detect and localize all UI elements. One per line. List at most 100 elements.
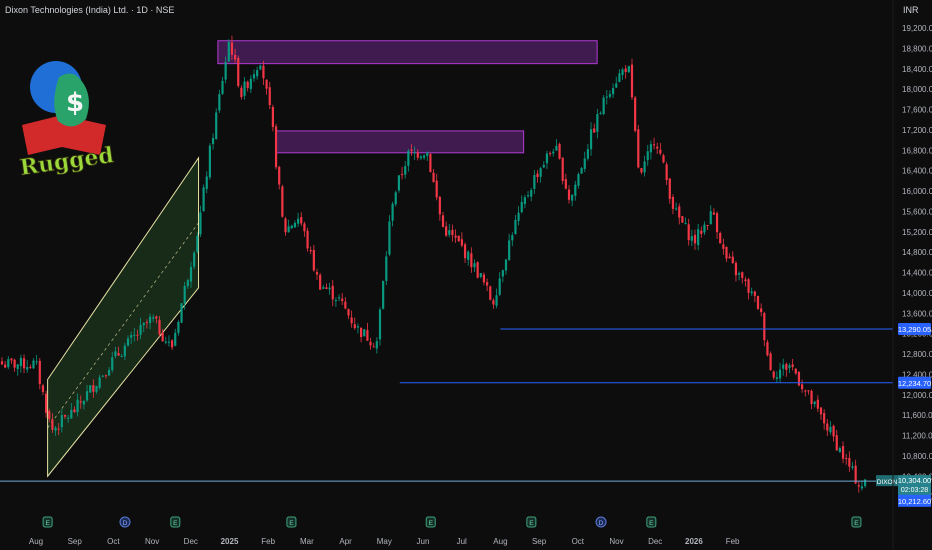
- candle-body: [136, 334, 139, 336]
- candle: [501, 269, 504, 283]
- y-tick-label: 16,000.00: [902, 187, 932, 196]
- candle: [246, 80, 249, 92]
- y-tick-label: 18,800.00: [902, 44, 932, 53]
- candle: [199, 205, 202, 237]
- x-tick-label: Feb: [726, 537, 740, 546]
- candle: [237, 55, 240, 88]
- candle-body: [438, 196, 441, 215]
- candle-body: [630, 64, 634, 98]
- candle: [249, 75, 252, 94]
- candle: [174, 328, 177, 347]
- candle-body: [703, 224, 706, 233]
- candle: [558, 142, 561, 160]
- candle: [775, 371, 778, 383]
- candle: [476, 261, 479, 279]
- candle: [293, 220, 297, 228]
- candle-body: [586, 149, 589, 159]
- candle: [369, 337, 372, 350]
- candle: [753, 290, 756, 303]
- candle-body: [155, 316, 158, 319]
- candle-body: [706, 224, 709, 226]
- candle: [725, 246, 728, 263]
- candle-body: [652, 144, 656, 146]
- candle-body: [126, 338, 130, 346]
- candle: [268, 81, 271, 110]
- candle: [788, 362, 791, 373]
- y-tick-label: 14,400.00: [902, 269, 932, 278]
- resistance-zone: [217, 40, 598, 65]
- candle: [835, 429, 838, 451]
- candle: [580, 166, 583, 174]
- candle: [457, 235, 460, 242]
- candle-body: [832, 425, 835, 437]
- candle: [7, 356, 10, 370]
- candle-body: [312, 249, 315, 271]
- candle-body: [117, 353, 120, 356]
- candle-body: [145, 322, 148, 324]
- candle-body: [819, 407, 823, 415]
- candle: [164, 336, 167, 345]
- candle: [372, 343, 375, 348]
- candle: [577, 172, 580, 189]
- candle: [829, 421, 832, 435]
- candle-body: [495, 295, 498, 306]
- candle: [621, 67, 624, 80]
- candle-body: [378, 309, 382, 340]
- x-tick-label: 2025: [221, 537, 239, 546]
- candle: [227, 39, 230, 63]
- candle-body: [419, 156, 423, 159]
- candle: [448, 223, 451, 238]
- y-tick-label: 15,600.00: [902, 207, 932, 216]
- x-tick-label: Apr: [339, 537, 352, 546]
- candle: [451, 224, 454, 242]
- x-tick-label: Sep: [68, 537, 83, 546]
- candle: [845, 453, 848, 465]
- y-tick-label: 19,200.00: [902, 24, 932, 33]
- x-tick-label: Dec: [648, 537, 662, 546]
- candle-body: [256, 70, 259, 77]
- candle-body: [271, 106, 274, 127]
- candle-body: [722, 244, 725, 249]
- candle-body: [536, 173, 539, 177]
- candle-body: [640, 168, 643, 173]
- candle: [504, 258, 508, 275]
- candle: [536, 170, 539, 183]
- candle: [791, 358, 794, 371]
- candle-body: [558, 143, 561, 159]
- candle: [347, 308, 350, 320]
- candle-body: [224, 61, 227, 80]
- candle-body: [697, 229, 700, 246]
- x-tick-label: Aug: [493, 537, 507, 546]
- candle: [35, 355, 38, 365]
- candle-body: [7, 359, 10, 368]
- candle: [492, 298, 495, 309]
- candle-body: [769, 353, 772, 371]
- candle: [545, 150, 549, 170]
- candle-body: [26, 367, 29, 370]
- candle: [750, 287, 753, 296]
- candle: [747, 277, 750, 300]
- candle-body: [684, 222, 687, 224]
- candle: [526, 191, 530, 198]
- candle-body: [385, 256, 388, 281]
- parallel-channel: [47, 156, 200, 478]
- event-marker: E: [425, 516, 436, 528]
- candle: [45, 390, 48, 418]
- candle-body: [608, 94, 612, 97]
- candle-body: [350, 317, 353, 324]
- candle-body: [857, 485, 860, 487]
- candle-body: [164, 341, 167, 343]
- candle: [703, 221, 706, 235]
- candle: [419, 154, 423, 161]
- candle-body: [479, 273, 482, 277]
- price-chart[interactable]: 10,000.0010,400.0010,800.0011,200.0011,6…: [0, 0, 932, 550]
- candle-body: [482, 274, 486, 283]
- candle-body: [111, 357, 114, 371]
- candle: [823, 409, 826, 430]
- candle-body: [533, 175, 536, 189]
- candle-body: [451, 229, 454, 236]
- candle-body: [511, 235, 514, 241]
- candle-body: [567, 189, 571, 200]
- candle: [397, 175, 400, 193]
- candle: [13, 358, 16, 372]
